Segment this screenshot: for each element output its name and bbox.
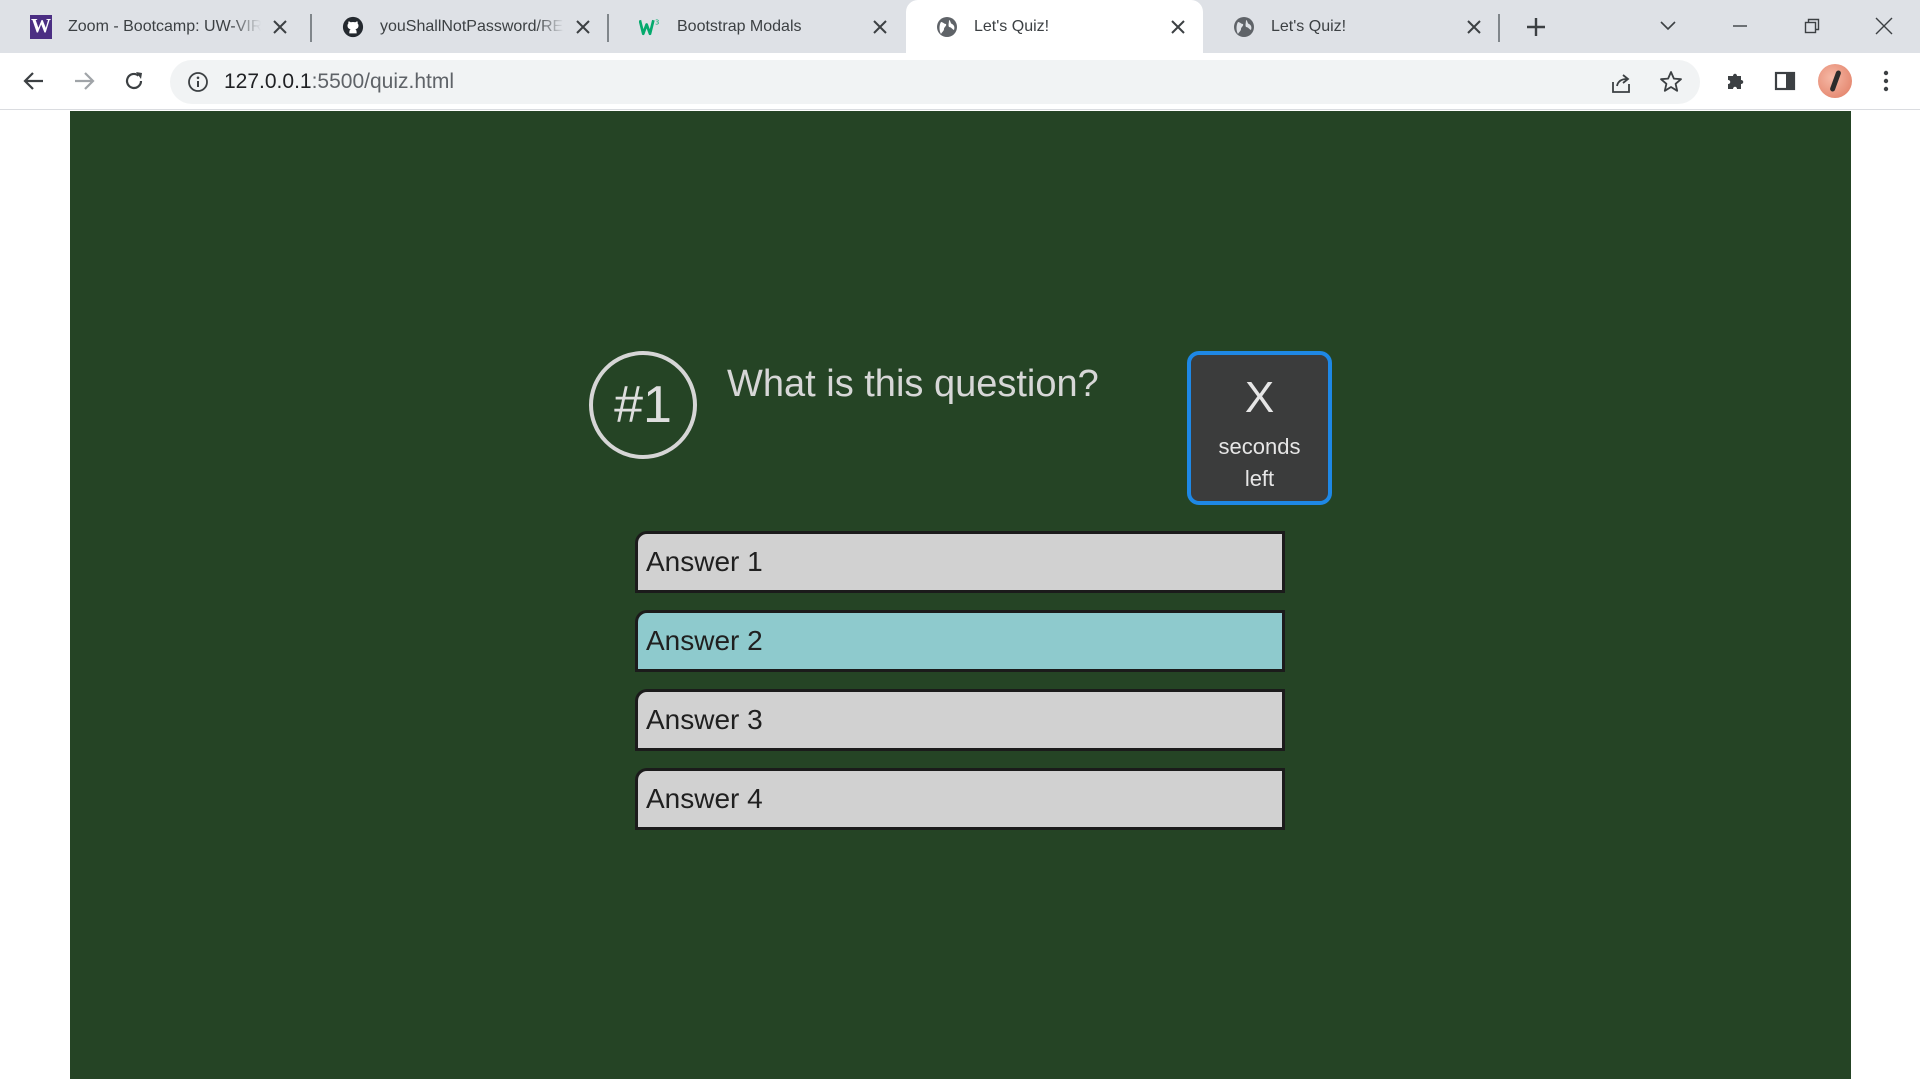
- answer-button-4[interactable]: Answer 4: [635, 768, 1285, 830]
- plus-icon: [1527, 18, 1545, 36]
- share-icon[interactable]: [1608, 70, 1634, 96]
- chevron-down-icon: [1660, 21, 1676, 31]
- reload-button[interactable]: [116, 63, 152, 99]
- answer-button-3[interactable]: Answer 3: [635, 689, 1285, 751]
- menu-button[interactable]: [1868, 63, 1904, 99]
- answer-button-1[interactable]: Answer 1: [635, 531, 1285, 593]
- tab-github[interactable]: youShallNotPassword/README: [312, 0, 608, 53]
- side-panel-icon: [1774, 71, 1796, 91]
- new-tab-button[interactable]: [1520, 12, 1552, 42]
- tab-search-button[interactable]: [1648, 8, 1688, 44]
- arrow-right-icon: [75, 72, 95, 90]
- close-window-button[interactable]: [1864, 8, 1904, 44]
- tab-title: youShallNotPassword/README: [380, 17, 564, 35]
- kebab-menu-icon: [1883, 70, 1889, 92]
- browser-toolbar: 127.0.0.1:5500/quiz.html: [0, 53, 1920, 110]
- uw-w-icon: W: [30, 14, 52, 39]
- extensions-button[interactable]: [1718, 63, 1754, 99]
- tab-zoom[interactable]: W Zoom - Bootcamp: UW-VIRT: [0, 0, 305, 53]
- page-viewport: #1 What is this question? X seconds left…: [0, 111, 1920, 1080]
- timer-value: X: [1244, 373, 1275, 422]
- url-path: :5500/quiz.html: [311, 70, 455, 93]
- tab-title: Zoom - Bootcamp: UW-VIRT: [68, 17, 261, 35]
- url-text[interactable]: 127.0.0.1:5500/quiz.html: [224, 70, 454, 94]
- back-button[interactable]: [16, 63, 52, 99]
- side-panel-button[interactable]: [1767, 63, 1803, 99]
- question-number: #1: [614, 376, 672, 434]
- tab-title: Let's Quiz!: [974, 17, 1050, 35]
- tab-strip: W Zoom - Bootcamp: UW-VIRT youShallNotPa…: [0, 0, 1920, 53]
- svg-text:3: 3: [655, 18, 659, 26]
- minimize-icon: [1733, 25, 1747, 27]
- restore-button[interactable]: [1792, 8, 1832, 44]
- close-icon[interactable]: [572, 16, 594, 38]
- forward-button[interactable]: [66, 63, 102, 99]
- puzzle-icon: [1728, 73, 1744, 89]
- tab-title: Let's Quiz!: [1271, 17, 1347, 35]
- close-icon: [1875, 17, 1893, 35]
- globe-icon: [936, 16, 958, 38]
- close-icon[interactable]: [1167, 16, 1189, 38]
- github-icon: [342, 16, 364, 38]
- address-bar[interactable]: 127.0.0.1:5500/quiz.html: [170, 60, 1700, 104]
- answer-list: Answer 1 Answer 2 Answer 3 Answer 4: [635, 531, 1285, 847]
- w3schools-icon: 3: [639, 16, 661, 38]
- tab-lets-quiz-active[interactable]: Let's Quiz!: [906, 0, 1203, 53]
- timer-box: X seconds left: [1187, 351, 1332, 505]
- globe-icon: [1233, 16, 1255, 38]
- timer-label: seconds left: [1218, 434, 1301, 491]
- answer-button-2[interactable]: Answer 2: [635, 610, 1285, 672]
- reload-icon: [125, 72, 143, 90]
- minimize-button[interactable]: [1720, 8, 1760, 44]
- restore-icon: [1804, 18, 1820, 34]
- close-icon[interactable]: [269, 16, 291, 38]
- close-icon[interactable]: [869, 16, 891, 38]
- question-text: What is this question?: [727, 363, 1099, 405]
- avatar[interactable]: [1818, 64, 1852, 98]
- tab-title: Bootstrap Modals: [677, 17, 802, 35]
- tab-bootstrap-modals[interactable]: 3 Bootstrap Modals: [609, 0, 905, 53]
- tab-divider: [1498, 14, 1500, 42]
- close-icon[interactable]: [1463, 16, 1485, 38]
- url-host: 127.0.0.1: [224, 70, 312, 93]
- tab-lets-quiz[interactable]: Let's Quiz!: [1203, 0, 1499, 53]
- quiz-page: #1 What is this question? X seconds left…: [70, 111, 1851, 1079]
- info-icon[interactable]: [186, 70, 210, 94]
- question-number-badge: #1: [589, 351, 697, 459]
- bookmark-star-icon[interactable]: [1658, 69, 1684, 95]
- arrow-left-icon: [23, 72, 43, 90]
